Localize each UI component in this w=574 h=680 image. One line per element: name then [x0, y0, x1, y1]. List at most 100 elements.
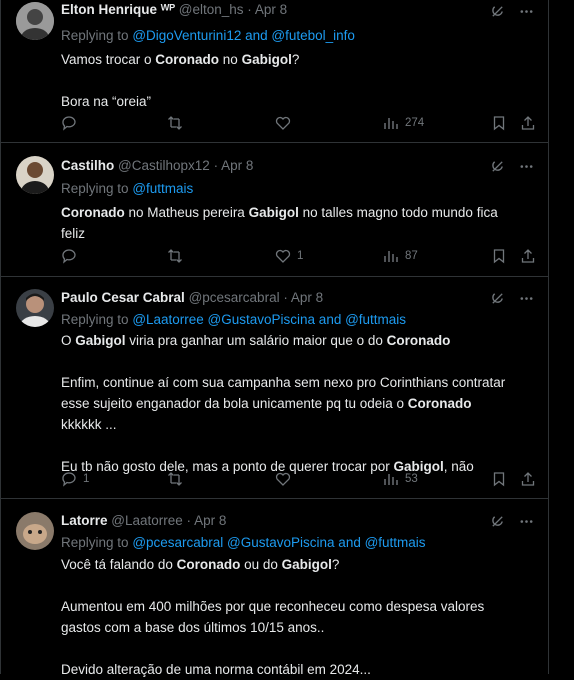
separator-dot: · — [186, 513, 192, 528]
views-icon — [384, 118, 398, 129]
tweet-header-icons — [490, 291, 534, 309]
tweet-line: Você tá falando do Coronado ou do Gabigo… — [61, 554, 531, 575]
highlight-term: Gabigol — [241, 52, 292, 67]
views-button[interactable]: 274 — [383, 115, 424, 131]
like-icon — [275, 472, 291, 486]
highlight-term: Gabigol — [281, 557, 332, 572]
retweet-button[interactable] — [167, 115, 183, 131]
tweet-line: feliz — [61, 226, 86, 241]
tweet[interactable]: Castilho @Castilhopx12 · Apr 8 Replying … — [1, 142, 548, 277]
display-name[interactable]: Paulo Cesar Cabral — [61, 290, 185, 305]
name-badge: ᵂᴾ — [160, 2, 176, 17]
action-bar: 1 53 — [61, 471, 535, 491]
timestamp[interactable]: Apr 8 — [221, 158, 253, 173]
views-button[interactable]: 87 — [383, 248, 418, 264]
reply-icon — [62, 249, 76, 264]
timestamp[interactable]: Apr 8 — [194, 513, 226, 528]
share-icon — [521, 472, 535, 486]
grok-icon[interactable] — [490, 514, 505, 532]
more-icon[interactable] — [519, 514, 534, 532]
like-icon — [275, 249, 291, 263]
replying-prefix: Replying to — [61, 535, 129, 550]
share-button[interactable] — [520, 115, 536, 131]
tweet-line: kkkkkk ... — [61, 417, 117, 432]
highlight-term: Gabigol — [248, 205, 299, 220]
bookmark-icon — [493, 249, 505, 264]
avatar[interactable] — [16, 2, 54, 40]
handle[interactable]: @pcesarcabral — [189, 290, 280, 305]
more-icon[interactable] — [519, 159, 534, 177]
tweet-line: Enfim, continue aí com sua campanha sem … — [61, 375, 506, 390]
mention-link[interactable]: @DigoVenturini12 and @futebol_info — [132, 28, 355, 43]
replying-prefix: Replying to — [61, 28, 129, 43]
retweet-button[interactable] — [167, 471, 183, 487]
tweet-line: Coronado no Matheus pereira Gabigol no t… — [61, 202, 531, 223]
reply-count: 1 — [83, 473, 90, 485]
reply-feed: Elton Henrique ᵂᴾ @elton_hs · Apr 8 Repl… — [0, 0, 574, 677]
view-count: 53 — [405, 473, 418, 485]
bookmark-button[interactable] — [491, 471, 507, 487]
highlight-term: Coronado — [176, 557, 241, 572]
retweet-icon — [168, 472, 182, 486]
mention-link[interactable]: @futtmais — [132, 181, 193, 196]
retweet-button[interactable] — [167, 248, 183, 264]
tweet-text: O Gabigol viria pra ganhar um salário ma… — [61, 330, 531, 477]
handle[interactable]: @Castilhopx12 — [118, 158, 210, 173]
replying-to: Replying to @DigoVenturini12 and @futebo… — [61, 28, 355, 43]
reply-button[interactable]: 1 — [61, 471, 89, 487]
text-run: ? — [291, 52, 300, 67]
replying-prefix: Replying to — [61, 312, 129, 327]
replying-prefix: Replying to — [61, 181, 129, 196]
separator-dot: · — [213, 158, 219, 173]
tweet[interactable]: Paulo Cesar Cabral @pcesarcabral · Apr 8… — [1, 277, 548, 499]
views-icon — [384, 474, 398, 485]
text-run: no — [219, 52, 242, 67]
tweet[interactable]: Latorre @Laatorree · Apr 8 Replying to @… — [1, 499, 548, 677]
more-icon[interactable] — [519, 4, 534, 22]
tweet[interactable]: Elton Henrique ᵂᴾ @elton_hs · Apr 8 Repl… — [1, 0, 548, 143]
display-name[interactable]: Latorre — [61, 513, 108, 528]
grok-icon[interactable] — [490, 4, 505, 22]
views-button[interactable]: 53 — [383, 471, 418, 487]
mention-link[interactable]: @pcesarcabral @GustavoPiscina and @futtm… — [132, 535, 425, 550]
avatar[interactable] — [16, 289, 54, 327]
grok-icon[interactable] — [490, 291, 505, 309]
tweet-text: Vamos trocar o Coronado no Gabigol? Bora… — [61, 49, 531, 112]
bookmark-button[interactable] — [491, 115, 507, 131]
reply-button[interactable] — [61, 248, 83, 264]
tweet-header: Elton Henrique ᵂᴾ @elton_hs · Apr 8 — [61, 2, 287, 17]
tweet-header: Paulo Cesar Cabral @pcesarcabral · Apr 8 — [61, 290, 323, 305]
more-icon[interactable] — [519, 291, 534, 309]
view-count: 87 — [405, 250, 418, 262]
tweet-header: Latorre @Laatorree · Apr 8 — [61, 513, 226, 528]
bookmark-button[interactable] — [491, 248, 507, 264]
display-name[interactable]: Elton Henrique — [61, 2, 157, 17]
grok-icon[interactable] — [490, 159, 505, 177]
bookmark-icon — [493, 116, 505, 131]
text-run: O — [61, 333, 76, 348]
like-button[interactable]: 1 — [275, 248, 303, 264]
timestamp[interactable]: Apr 8 — [291, 290, 323, 305]
avatar[interactable] — [16, 156, 54, 194]
handle[interactable]: @Laatorree — [111, 513, 183, 528]
tweet-line: Aumentou em 400 milhões por que reconhec… — [61, 599, 485, 614]
text-run: esse sujeito enganador da bola unicament… — [61, 396, 408, 411]
avatar[interactable] — [16, 512, 54, 550]
highlight-term: Coronado — [61, 205, 125, 220]
handle[interactable]: @elton_hs — [179, 2, 244, 17]
text-run: Você tá falando do — [61, 557, 177, 572]
text-run: no talles magno todo mundo fica — [298, 205, 498, 220]
mention-link[interactable]: @Laatorree @GustavoPiscina and @futtmais — [132, 312, 406, 327]
tweet-header: Castilho @Castilhopx12 · Apr 8 — [61, 158, 253, 173]
like-button[interactable] — [275, 115, 297, 131]
like-count: 1 — [297, 250, 304, 262]
highlight-term: Gabigol — [75, 333, 126, 348]
timestamp[interactable]: Apr 8 — [255, 2, 287, 17]
like-button[interactable] — [275, 471, 297, 487]
share-button[interactable] — [520, 248, 536, 264]
display-name[interactable]: Castilho — [61, 158, 114, 173]
text-run: ? — [331, 557, 340, 572]
tweet-text: Você tá falando do Coronado ou do Gabigo… — [61, 554, 531, 680]
share-button[interactable] — [520, 471, 536, 487]
reply-button[interactable] — [61, 115, 83, 131]
